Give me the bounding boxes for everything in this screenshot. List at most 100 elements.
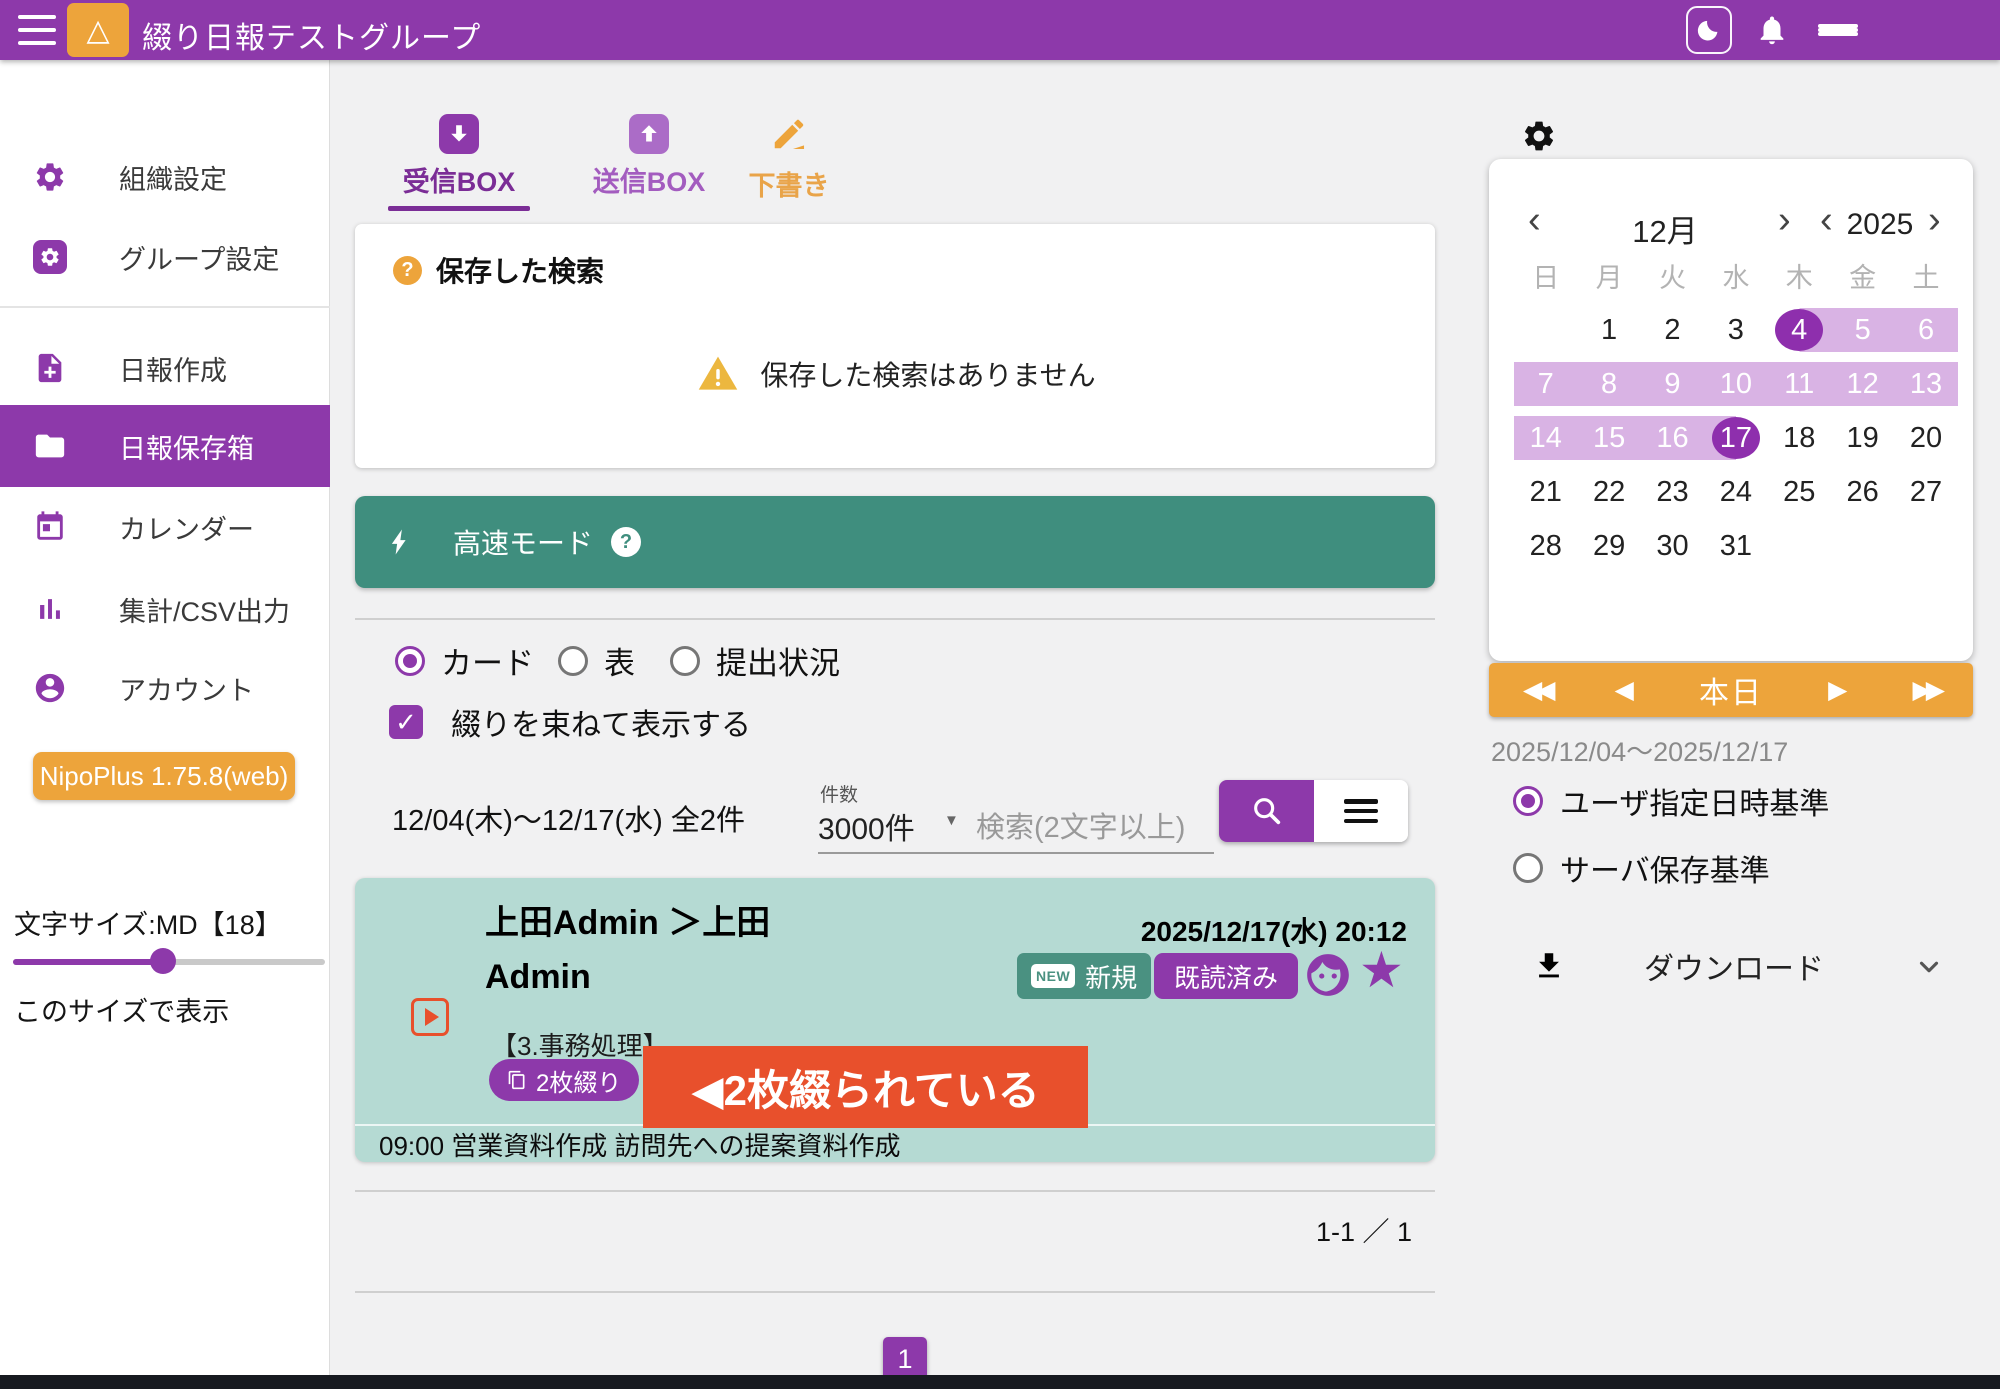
jump-first-button[interactable]: ◀◀ [1523,675,1549,705]
month-next-button[interactable]: › [1778,200,1791,240]
calendar-nav-bar: ◀◀ ◀ 本日 ▶ ▶▶ [1489,663,1973,717]
face-icon[interactable] [1303,950,1353,1000]
calendar-day-16[interactable]: 16 [1641,416,1704,460]
jump-next-button[interactable]: ▶ [1828,675,1847,705]
checkbox-checked-icon[interactable]: ✓ [389,705,423,739]
bundle-display-checkbox[interactable]: ✓ 綴りを束ねて表示する [389,700,751,744]
tab-inbox[interactable]: 受信BOX [384,100,534,212]
read-badge-label: 既読済み [1174,958,1278,995]
radio-selected-icon[interactable] [1513,786,1543,816]
sidebar-item-account[interactable]: アカウント [0,656,330,720]
radio-icon[interactable] [1513,853,1543,883]
calendar-day-15[interactable]: 15 [1577,416,1640,460]
overflow-menu-button[interactable] [1818,17,1858,43]
today-button[interactable]: 本日 [1699,668,1763,712]
calendar-day-13[interactable]: 13 [1894,362,1957,406]
version-button[interactable]: NipoPlus 1.75.8(web) [33,752,295,800]
calendar-day-22[interactable]: 22 [1577,470,1640,514]
report-card[interactable]: 上田Admin ＞上田Admin 【3.事務処理】 2枚綴り ◀2枚綴られている… [355,878,1435,1162]
count-select[interactable]: 3000件 [818,804,915,848]
calendar-day-7[interactable]: 7 [1514,362,1577,406]
calendar-day-21[interactable]: 21 [1514,470,1577,514]
app-logo[interactable]: △ [67,3,129,57]
fast-mode-banner[interactable]: 高速モード ? [355,496,1435,588]
calendar-day-2[interactable]: 2 [1641,308,1704,352]
date-range-text: 12/04(木)〜12/17(水) 全2件 [392,797,745,839]
radio-view-card[interactable]: カード [395,638,534,683]
font-size-slider[interactable] [13,948,325,974]
calendar-day-20[interactable]: 20 [1894,416,1957,460]
calendar-day-30[interactable]: 30 [1641,524,1704,568]
slider-thumb[interactable] [150,948,176,974]
calendar-day-10[interactable]: 10 [1704,362,1767,406]
radio-user-datetime[interactable]: ユーザ指定日時基準 [1513,779,1829,823]
star-icon[interactable]: ★ [1359,940,1404,1000]
gear-box-icon [33,240,67,274]
radio-view-status[interactable]: 提出状況 [670,638,840,683]
month-prev-button[interactable]: ‹ [1528,200,1541,240]
calendar-day-empty [1768,524,1831,568]
calendar-day-26[interactable]: 26 [1831,470,1894,514]
calendar-day-8[interactable]: 8 [1577,362,1640,406]
tab-draft[interactable]: 下書き [714,100,864,212]
sidebar-item-group-settings[interactable]: グループ設定 [0,225,330,289]
sidebar-item-report-create[interactable]: 日報作成 [0,336,330,400]
read-status-badge: 既読済み [1154,953,1298,999]
radio-icon[interactable] [558,646,588,676]
select-caret-icon[interactable]: ▼ [944,812,959,829]
search-options-button[interactable] [1314,780,1408,842]
calendar-week-row: 28293031 [1514,524,1958,568]
calendar-day-1[interactable]: 1 [1577,308,1640,352]
active-tab-underline [388,206,530,211]
calendar-day-3[interactable]: 3 [1704,308,1767,352]
calendar-day-5[interactable]: 5 [1831,308,1894,352]
help-icon[interactable]: ? [393,256,422,285]
calendar-day-4[interactable]: 4 [1768,308,1831,352]
sidebar-item-csv-export[interactable]: 集計/CSV出力 [0,577,330,641]
sidebar-divider [0,306,330,308]
calendar-day-25[interactable]: 25 [1768,470,1831,514]
nav-menu-icon[interactable] [18,15,56,45]
calendar-day-17[interactable]: 17 [1704,416,1767,460]
tab-outbox[interactable]: 送信BOX [574,100,724,212]
sidebar-item-calendar[interactable]: カレンダー [0,495,330,559]
calendar-day-31[interactable]: 31 [1704,524,1767,568]
year-prev-button[interactable]: ‹ [1820,200,1833,240]
sidebar-item-org-settings[interactable]: 組織設定 [0,145,330,209]
divider [355,618,1435,620]
search-input[interactable]: 検索(2文字以上) [976,804,1206,846]
year-next-button[interactable]: › [1928,200,1941,240]
calendar-day-23[interactable]: 23 [1641,470,1704,514]
download-control[interactable]: ダウンロード [1532,944,1944,988]
radio-view-table[interactable]: 表 [558,638,635,683]
dark-mode-button[interactable] [1686,6,1732,54]
search-button[interactable] [1219,780,1314,842]
calendar-day-24[interactable]: 24 [1704,470,1767,514]
calendar-settings-gear-icon[interactable] [1521,118,1557,154]
jump-prev-button[interactable]: ◀ [1615,675,1634,705]
fast-mode-help-icon[interactable]: ? [611,527,641,557]
radio-server-saved[interactable]: サーバ保存基準 [1513,846,1770,890]
calendar-day-6[interactable]: 6 [1894,308,1957,352]
calendar-day-19[interactable]: 19 [1831,416,1894,460]
download-label: ダウンロード [1644,944,1824,988]
bundle-annotation-overlay: ◀2枚綴られている [643,1046,1088,1128]
chevron-down-icon[interactable] [1914,952,1944,982]
calendar-day-11[interactable]: 11 [1768,362,1831,406]
calendar-day-28[interactable]: 28 [1514,524,1577,568]
sidebar-item-report-box[interactable]: 日報保存箱 [0,405,330,487]
calendar-day-12[interactable]: 12 [1831,362,1894,406]
new-tag-icon: NEW [1031,964,1075,988]
radio-selected-icon[interactable] [395,646,425,676]
weekday-label: 水 [1704,256,1767,295]
notifications-button[interactable] [1754,12,1790,48]
calendar-day-29[interactable]: 29 [1577,524,1640,568]
calendar-day-18[interactable]: 18 [1768,416,1831,460]
calendar-day-14[interactable]: 14 [1514,416,1577,460]
calendar-day-27[interactable]: 27 [1894,470,1957,514]
jump-last-button[interactable]: ▶▶ [1913,675,1939,705]
play-icon[interactable] [411,998,449,1036]
radio-icon[interactable] [670,646,700,676]
weekday-label: 木 [1768,256,1831,295]
calendar-day-9[interactable]: 9 [1641,362,1704,406]
